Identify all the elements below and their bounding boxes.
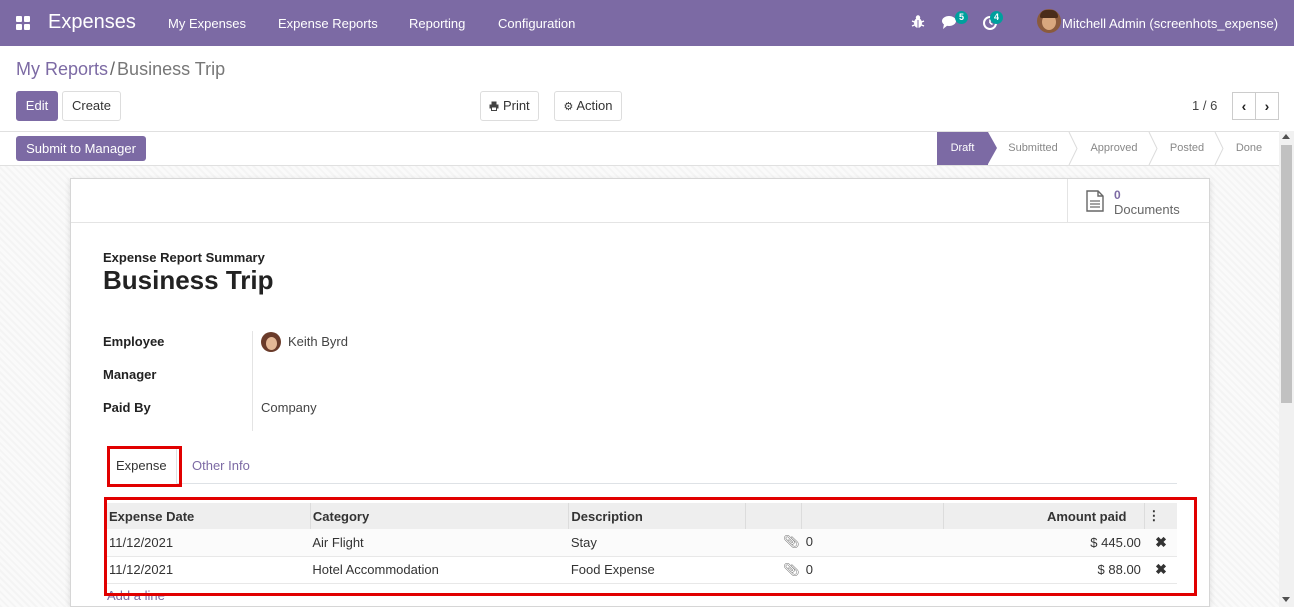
stage-separator <box>1148 132 1158 165</box>
field-divider <box>252 331 253 431</box>
manager-label: Manager <box>103 367 157 382</box>
stage-separator <box>1068 132 1078 165</box>
pager-next-button[interactable]: › <box>1255 92 1279 120</box>
submit-to-manager-button[interactable]: Submit to Manager <box>16 136 146 161</box>
employee-label: Employee <box>103 334 165 349</box>
print-icon <box>489 101 499 111</box>
user-avatar[interactable] <box>1037 9 1061 33</box>
stage-done[interactable]: Done <box>1226 132 1272 165</box>
notebook-tabs: Expense Other Info <box>107 447 1177 484</box>
stage-posted[interactable]: Posted <box>1160 132 1214 165</box>
employee-value[interactable]: Keith Byrd <box>288 334 348 349</box>
menu-expense-reports[interactable]: Expense Reports <box>278 16 378 31</box>
action-button[interactable]: ⚙ Action <box>554 91 622 121</box>
breadcrumb-separator: / <box>110 59 116 79</box>
print-label: Print <box>502 98 530 113</box>
activities-badge: 4 <box>990 11 1003 24</box>
menu-my-expenses[interactable]: My Expenses <box>168 16 246 31</box>
summary-label: Expense Report Summary <box>103 250 265 265</box>
employee-avatar <box>261 332 281 352</box>
chevron-right-icon: › <box>1264 98 1270 114</box>
documents-count: 0 <box>1114 188 1121 202</box>
pager-previous-button[interactable]: ‹ <box>1232 92 1256 120</box>
menu-reporting[interactable]: Reporting <box>409 16 465 31</box>
document-icon <box>1086 190 1104 212</box>
menu-configuration[interactable]: Configuration <box>498 16 575 31</box>
gear-icon: ⚙ <box>563 101 574 113</box>
breadcrumb: My Reports / Business Trip <box>16 59 225 80</box>
chevron-left-icon: ‹ <box>1241 98 1247 114</box>
app-title[interactable]: Expenses <box>48 11 136 34</box>
scroll-up-arrow-icon[interactable] <box>1282 134 1290 139</box>
scrollbar-thumb[interactable] <box>1281 145 1292 403</box>
paid-by-value: Company <box>261 400 317 415</box>
highlight-expense-lines <box>104 497 1197 596</box>
record-title: Business Trip <box>103 265 274 295</box>
create-button[interactable]: Create <box>62 91 121 121</box>
stage-submitted[interactable]: Submitted <box>999 132 1067 165</box>
breadcrumb-parent[interactable]: My Reports <box>16 59 108 79</box>
pager-value: 1 / 6 <box>1192 98 1218 113</box>
apps-menu-icon[interactable] <box>16 16 31 31</box>
button-box: 0 Documents <box>71 179 1209 223</box>
documents-label: Documents <box>1114 202 1180 217</box>
highlight-expense-tab <box>107 446 182 487</box>
stage-approved[interactable]: Approved <box>1080 132 1148 165</box>
stage-draft-arrow <box>988 132 997 164</box>
tab-other-info[interactable]: Other Info <box>192 458 250 473</box>
stage-draft[interactable]: Draft <box>937 132 988 165</box>
stage-separator <box>1214 132 1224 165</box>
bug-icon[interactable] <box>909 13 927 31</box>
scroll-down-arrow-icon[interactable] <box>1282 597 1290 602</box>
messages-badge: 5 <box>955 11 968 24</box>
documents-smart-button[interactable]: 0 Documents <box>1067 179 1209 222</box>
paid-by-label: Paid By <box>103 400 151 415</box>
user-menu[interactable]: Mitchell Admin (screenhots_expense) <box>1062 16 1278 31</box>
breadcrumb-current: Business Trip <box>117 59 226 79</box>
print-button[interactable]: Print <box>480 91 539 121</box>
edit-button[interactable]: Edit <box>16 91 58 121</box>
top-navbar: Expenses My Expenses Expense Reports Rep… <box>0 0 1294 46</box>
action-label: Action <box>576 98 613 113</box>
